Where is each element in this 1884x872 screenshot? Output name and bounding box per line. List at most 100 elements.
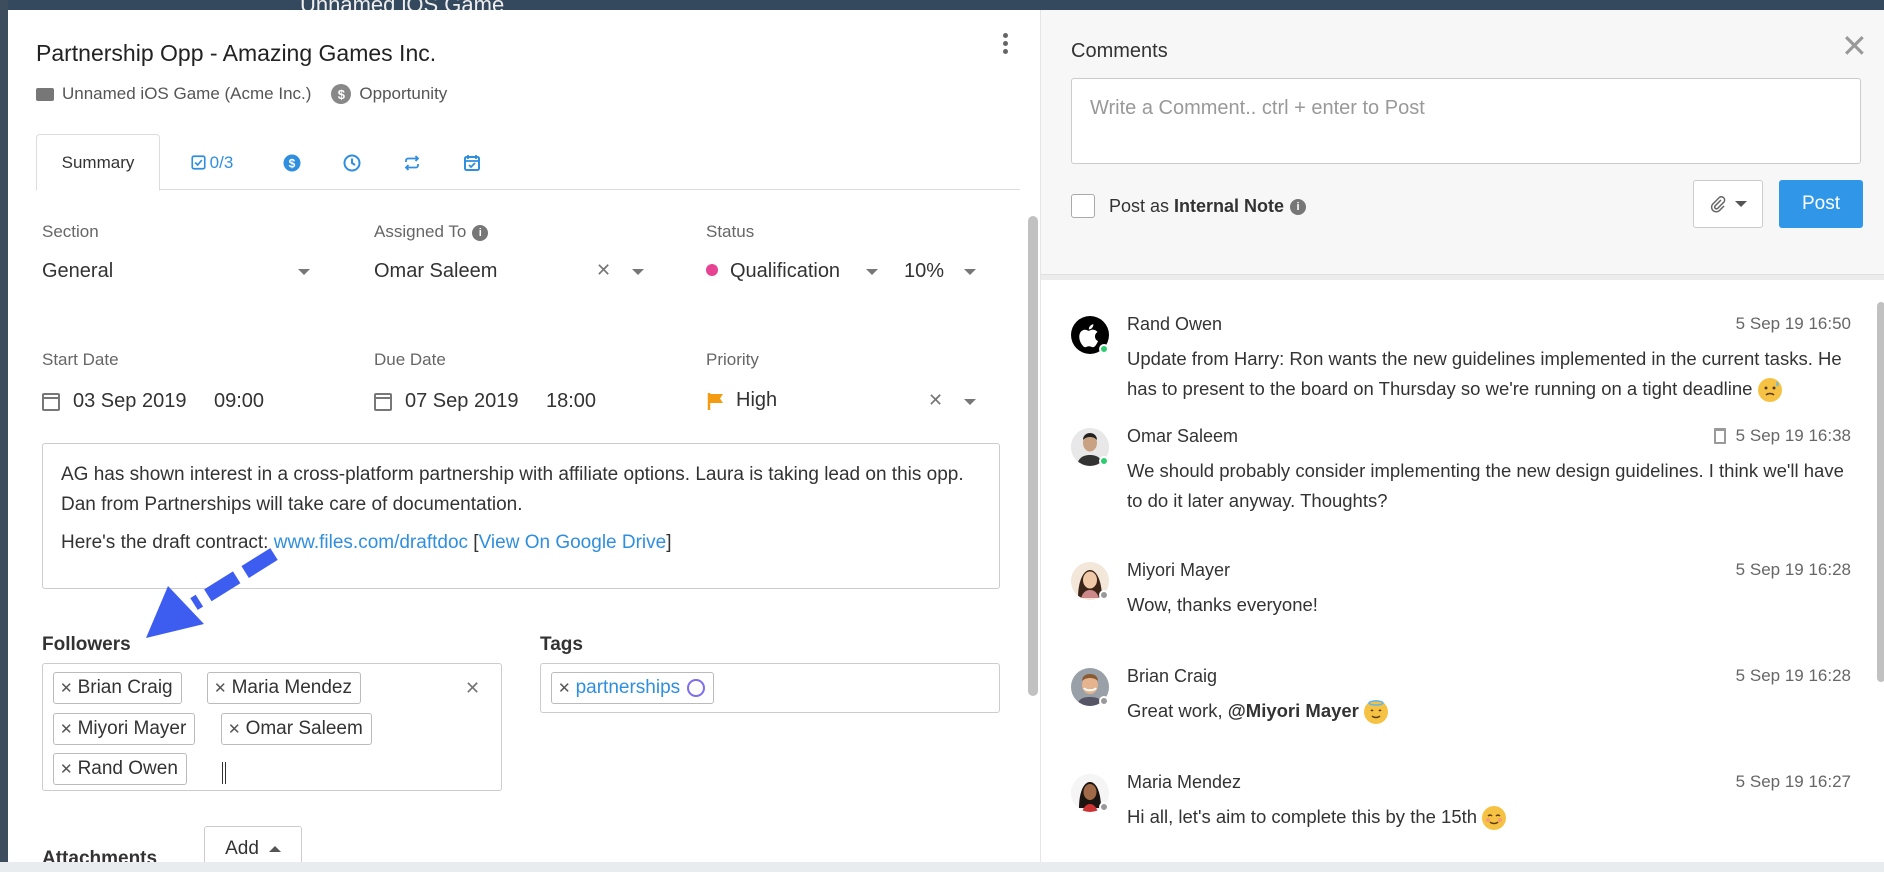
comments-scrollbar[interactable] bbox=[1877, 302, 1884, 682]
clock-icon bbox=[343, 154, 361, 171]
remove-follower-icon[interactable]: ✕ bbox=[214, 679, 227, 697]
remove-follower-icon[interactable]: ✕ bbox=[60, 720, 73, 738]
online-status-icon bbox=[1099, 696, 1109, 706]
tab-schedule[interactable] bbox=[452, 134, 492, 191]
section-value[interactable]: General bbox=[42, 260, 113, 283]
comment-item: Miyori Mayer 5 Sep 19 16:28 Wow, thanks … bbox=[1041, 560, 1871, 622]
user-mention[interactable]: @Miyori Mayer bbox=[1228, 700, 1359, 721]
follower-chip: ✕ Omar Saleem bbox=[221, 713, 372, 745]
comment-text: Wow, thanks everyone! bbox=[1127, 594, 1318, 615]
post-button[interactable]: Post bbox=[1779, 180, 1863, 228]
comment-author[interactable]: Rand Owen bbox=[1127, 314, 1222, 335]
due-date-label: Due Date bbox=[374, 350, 446, 369]
status-label: Status bbox=[706, 222, 755, 241]
assigned-to-label-text: Assigned To bbox=[374, 222, 467, 241]
remove-follower-icon[interactable]: ✕ bbox=[60, 760, 73, 778]
remove-follower-icon[interactable]: ✕ bbox=[60, 679, 73, 697]
description-paragraph: AG has shown interest in a cross-platfor… bbox=[61, 464, 964, 515]
smiling-emoji-icon bbox=[1482, 806, 1507, 831]
follower-name: Miyori Mayer bbox=[77, 718, 187, 739]
follower-name: Maria Mendez bbox=[231, 677, 352, 698]
remove-follower-icon[interactable]: ✕ bbox=[228, 720, 241, 738]
followers-title: Followers bbox=[42, 634, 131, 655]
clear-priority-icon[interactable]: ✕ bbox=[928, 390, 943, 411]
priority-dropdown-icon[interactable] bbox=[964, 399, 976, 405]
details-scrollbar[interactable] bbox=[1028, 216, 1038, 696]
status-dropdown-icon[interactable] bbox=[866, 269, 878, 275]
comment-text: We should probably consider implementing… bbox=[1127, 460, 1844, 511]
comment-timestamp: 5 Sep 19 16:27 bbox=[1735, 772, 1851, 791]
assigned-to-value[interactable]: Omar Saleem bbox=[374, 260, 497, 283]
assignee-dropdown-icon[interactable] bbox=[632, 269, 644, 275]
tag-chip: ✕ partnerships bbox=[551, 672, 715, 704]
internal-note-label: Post as Internal Note i bbox=[1109, 196, 1307, 217]
follower-name: Brian Craig bbox=[77, 677, 173, 698]
tag-name[interactable]: partnerships bbox=[576, 677, 681, 699]
folder-icon bbox=[36, 87, 54, 101]
comment-timestamp: 5 Sep 19 16:28 bbox=[1735, 666, 1851, 685]
comment-author[interactable]: Miyori Mayer bbox=[1127, 560, 1230, 581]
bracket-close: ] bbox=[666, 532, 672, 553]
delete-icon[interactable] bbox=[1713, 428, 1726, 444]
calendar-check-icon bbox=[464, 154, 480, 171]
status-value[interactable]: Qualification bbox=[730, 260, 840, 283]
online-status-icon bbox=[1099, 344, 1109, 354]
internal-note-checkbox[interactable] bbox=[1071, 194, 1095, 218]
google-drive-link[interactable]: View On Google Drive bbox=[479, 532, 667, 553]
status-percent[interactable]: 10% bbox=[904, 260, 944, 283]
comment-time: 5 Sep 19 16:28 bbox=[1736, 560, 1851, 580]
repeat-icon bbox=[404, 154, 420, 171]
text-cursor-icon bbox=[222, 762, 226, 784]
comment-time: 5 Sep 19 16:27 bbox=[1736, 772, 1851, 792]
remove-tag-icon[interactable]: ✕ bbox=[558, 679, 571, 697]
clear-followers-icon[interactable]: ✕ bbox=[465, 678, 480, 699]
tab-checklist[interactable]: 0/3 bbox=[172, 134, 252, 191]
online-status-icon bbox=[1099, 802, 1109, 812]
due-time-value[interactable]: 18:00 bbox=[546, 390, 596, 413]
dollar-coin-icon: $ bbox=[331, 84, 352, 104]
tab-billing[interactable]: $ bbox=[272, 134, 312, 191]
start-date-value[interactable]: 03 Sep 2019 bbox=[73, 390, 186, 413]
checklist-count: 0/3 bbox=[209, 152, 234, 172]
comment-time: 5 Sep 19 16:50 bbox=[1736, 314, 1851, 334]
task-title[interactable]: Partnership Opp - Amazing Games Inc. bbox=[36, 40, 436, 67]
priority-value[interactable]: High bbox=[736, 389, 777, 412]
close-icon[interactable]: ✕ bbox=[1841, 30, 1868, 62]
task-details-panel: Partnership Opp - Amazing Games Inc. Unn… bbox=[8, 10, 1040, 862]
followers-input[interactable]: ✕ Brian Craig ✕ Maria Mendez ✕ ✕ Miyori May… bbox=[42, 663, 502, 791]
clear-assignee-icon[interactable]: ✕ bbox=[596, 260, 611, 281]
percent-dropdown-icon[interactable] bbox=[964, 269, 976, 275]
comment-input[interactable] bbox=[1071, 78, 1861, 164]
follower-chip: ✕ Maria Mendez bbox=[207, 672, 361, 704]
due-date-value[interactable]: 07 Sep 2019 bbox=[405, 390, 518, 413]
info-icon[interactable]: i bbox=[472, 224, 489, 241]
tab-time[interactable] bbox=[332, 134, 372, 191]
tag-color-icon[interactable] bbox=[687, 679, 706, 697]
attach-file-button[interactable] bbox=[1693, 180, 1763, 228]
task-modal: Partnership Opp - Amazing Games Inc. Unn… bbox=[8, 10, 1884, 862]
tab-recurring[interactable] bbox=[392, 134, 432, 191]
info-icon[interactable]: i bbox=[1290, 199, 1307, 216]
comment-timestamp: 5 Sep 19 16:38 bbox=[1735, 426, 1851, 445]
add-attachment-label: Add bbox=[225, 838, 259, 859]
comment-text: Update from Harry: Ron wants the new gui… bbox=[1127, 344, 1851, 404]
project-link[interactable]: Unnamed iOS Game (Acme Inc.) bbox=[62, 84, 311, 104]
tab-summary[interactable]: Summary bbox=[36, 134, 160, 191]
task-type[interactable]: Opportunity bbox=[359, 84, 447, 104]
task-tabs: Summary 0/3 $ bbox=[36, 134, 1020, 191]
follower-chip: ✕ Brian Craig bbox=[53, 672, 182, 704]
add-attachment-button[interactable]: Add bbox=[204, 826, 302, 862]
comment-item: Omar Saleem 5 Sep 19 16:38 We should pro… bbox=[1041, 426, 1871, 511]
comment-author[interactable]: Brian Craig bbox=[1127, 666, 1217, 687]
comment-author[interactable]: Omar Saleem bbox=[1127, 426, 1238, 447]
section-dropdown-icon[interactable] bbox=[298, 269, 310, 275]
tags-input[interactable]: ✕ partnerships bbox=[540, 663, 1000, 713]
flag-icon bbox=[707, 393, 723, 410]
draft-doc-link[interactable]: www.files.com/draftdoc bbox=[274, 532, 468, 553]
section-label: Section bbox=[42, 222, 99, 241]
comment-text: Great work, @Miyori Mayer bbox=[1127, 696, 1851, 726]
internal-note-text: Internal Note bbox=[1174, 196, 1285, 216]
start-time-value[interactable]: 09:00 bbox=[214, 390, 264, 413]
more-options-icon[interactable] bbox=[998, 30, 1012, 64]
comment-author[interactable]: Maria Mendez bbox=[1127, 772, 1241, 793]
